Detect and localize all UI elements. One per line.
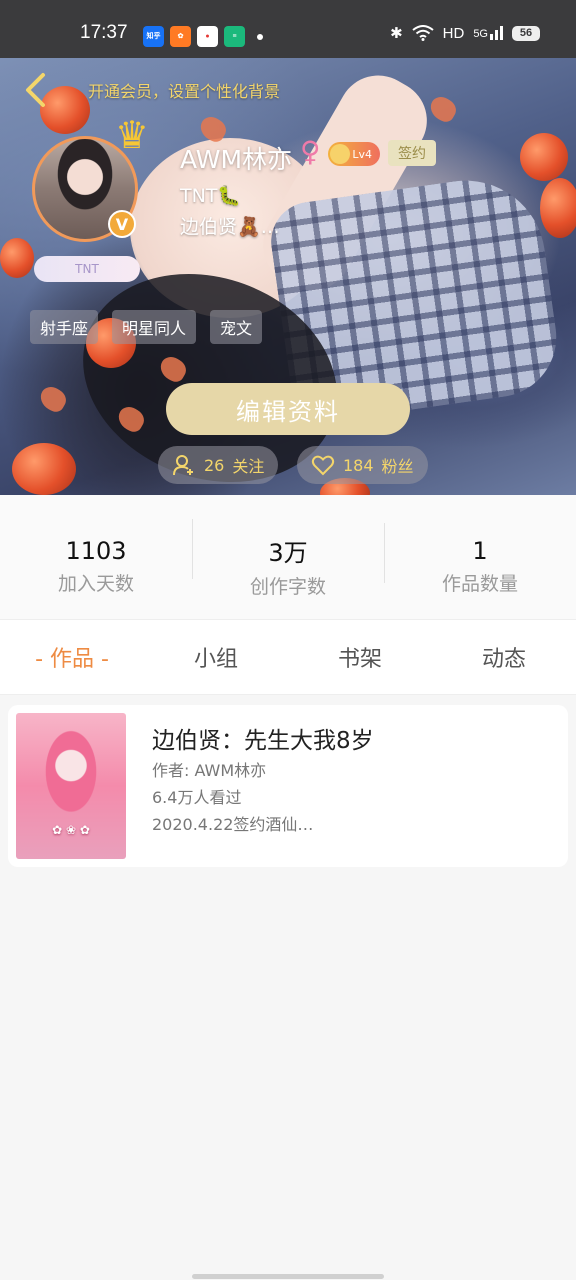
signed-author-badge: 签约 xyxy=(388,140,436,166)
status-time: 17:37 xyxy=(80,22,128,43)
tab-groups[interactable]: 小组 xyxy=(144,641,288,673)
battery-level: 56 xyxy=(519,27,533,39)
works-list: ✿ ❀ ✿ 边伯贤：先生大我8岁 作者: AWM林亦 6.4万人看过 2020.… xyxy=(8,705,568,867)
status-indicators: ✱ HD 5G 56 xyxy=(390,24,540,42)
level-crown-icon xyxy=(330,144,350,164)
profile-stats: 1103 加入天数 3万 创作字数 1 作品数量 xyxy=(0,495,576,619)
work-note: 2020.4.22签约酒仙… xyxy=(152,815,314,834)
level-label: Lv4 xyxy=(352,147,372,161)
map-app-icon: ● xyxy=(197,26,218,47)
status-bar: 17:37 知乎 ✿ ● ≡ ✱ HD 5G 56 xyxy=(0,0,576,58)
background-orange xyxy=(12,443,76,495)
zhihu-app-icon: 知乎 xyxy=(143,26,164,47)
profile-tabs: - 作品 - 小组 书架 动态 xyxy=(0,619,576,695)
stat-value: 3万 xyxy=(268,539,308,567)
cover-title-art: ✿ ❀ ✿ xyxy=(52,823,90,837)
verified-badge-icon: V xyxy=(108,210,136,238)
background-orange xyxy=(540,178,576,238)
tag-style[interactable]: 宠文 xyxy=(210,310,263,344)
profile-header: 开通会员，设置个性化背景 ♛ V TNT AWM林亦 ♀ Lv4 签约 TNT🐛… xyxy=(0,58,576,495)
female-gender-icon: ♀ xyxy=(300,135,321,168)
stat-word-count: 3万 创作字数 xyxy=(192,515,384,599)
username: AWM林亦 xyxy=(180,145,293,174)
profile-tags: 射手座 明星同人 宠文 xyxy=(30,310,263,344)
stat-value: 1 xyxy=(472,536,488,565)
fan-badge-label: TNT xyxy=(75,262,99,276)
back-button[interactable] xyxy=(16,70,56,110)
fans-label: 粉丝 xyxy=(381,457,414,476)
tag-zodiac[interactable]: 射手座 xyxy=(30,310,99,344)
book-cover[interactable]: ✿ ❀ ✿ xyxy=(16,713,126,859)
tab-works[interactable]: - 作品 - xyxy=(0,641,144,673)
tab-bookshelf[interactable]: 书架 xyxy=(288,641,432,673)
stat-works-count: 1 作品数量 xyxy=(384,519,576,596)
battery-icon: 56 xyxy=(512,25,540,41)
taobao-app-icon: ✿ xyxy=(170,26,191,47)
stat-value: 1103 xyxy=(65,536,127,565)
work-views: 6.4万人看过 xyxy=(152,788,242,807)
stat-label: 作品数量 xyxy=(441,572,518,595)
status-app-icons: 知乎 ✿ ● ≡ xyxy=(143,26,263,47)
signal-icon: 5G xyxy=(473,26,503,40)
work-author: 作者: AWM林亦 xyxy=(152,761,267,780)
crown-icon: ♛ xyxy=(115,113,150,157)
fan-badge[interactable]: TNT xyxy=(34,256,140,282)
fans-count: 184 xyxy=(343,455,374,475)
background-orange xyxy=(520,133,568,181)
bluetooth-icon: ✱ xyxy=(390,25,403,42)
stat-label: 创作字数 xyxy=(249,576,326,598)
background-petal xyxy=(36,382,70,416)
level-badge: Lv4 xyxy=(328,142,380,166)
edit-profile-button[interactable]: 编辑资料 xyxy=(166,383,410,435)
stat-join-days: 1103 加入天数 xyxy=(0,519,192,596)
vip-background-link[interactable]: 开通会员，设置个性化背景 xyxy=(88,78,280,102)
bio-line-1: TNT🐛 xyxy=(180,185,242,207)
home-indicator[interactable] xyxy=(192,1274,384,1279)
following-count: 26 xyxy=(204,455,225,475)
tab-activity[interactable]: 动态 xyxy=(432,641,576,673)
network-type-label: HD xyxy=(442,24,465,42)
fans-button[interactable]: 184 粉丝 xyxy=(297,446,428,484)
following-label: 关注 xyxy=(232,457,265,476)
following-button[interactable]: 26 关注 xyxy=(158,446,279,484)
list-item[interactable]: ✿ ❀ ✿ 边伯贤：先生大我8岁 作者: AWM林亦 6.4万人看过 2020.… xyxy=(8,705,568,867)
add-user-icon xyxy=(173,455,193,476)
notification-dot-icon xyxy=(257,33,263,40)
wifi-icon xyxy=(412,25,434,41)
tag-genre[interactable]: 明星同人 xyxy=(112,310,197,344)
heart-icon xyxy=(311,455,335,476)
signal-label: 5G xyxy=(473,28,488,40)
work-title[interactable]: 边伯贤：先生大我8岁 xyxy=(152,721,374,755)
green-app-icon: ≡ xyxy=(224,26,245,47)
background-orange xyxy=(0,238,34,278)
chevron-left-icon xyxy=(26,73,45,107)
bio-line-2[interactable]: 边伯贤🧸… xyxy=(180,212,280,239)
stat-label: 加入天数 xyxy=(57,572,134,595)
background-petal xyxy=(426,92,460,126)
